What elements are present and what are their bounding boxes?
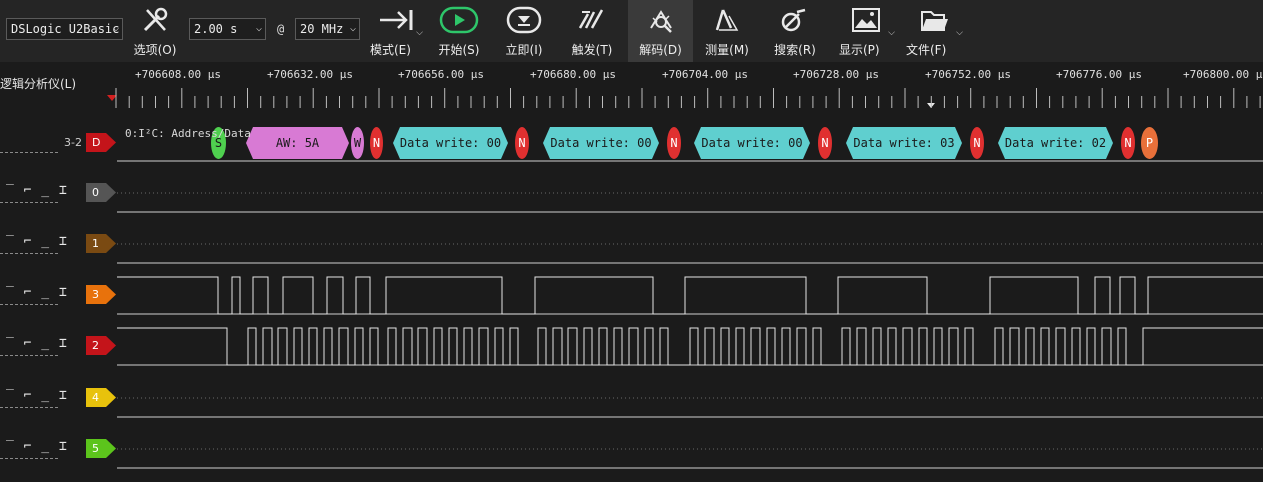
decoder-tag[interactable] xyxy=(86,133,116,152)
channel-tag[interactable] xyxy=(86,439,116,458)
channel-row[interactable]: ‾ ⌐ _ ⌶ 1 xyxy=(0,226,1263,277)
channel-number: 3 xyxy=(92,288,99,301)
channel-number: 1 xyxy=(92,237,99,250)
channel-row[interactable]: ‾ ⌐ _ ⌶ 0 xyxy=(0,175,1263,226)
channel-tag[interactable] xyxy=(86,234,116,253)
trigger-selector[interactable]: ‾ ⌐ _ ⌶ xyxy=(6,388,68,403)
channel-tag[interactable] xyxy=(86,336,116,355)
channel-number: 5 xyxy=(92,442,99,455)
channel-row[interactable]: ‾ ⌐ _ ⌶ 4 xyxy=(0,380,1263,431)
row-divider xyxy=(0,202,58,203)
channel-number: 4 xyxy=(92,391,99,404)
channel-tag[interactable] xyxy=(86,285,116,304)
channel-tag[interactable] xyxy=(86,183,116,202)
trigger-selector[interactable]: ‾ ⌐ _ ⌶ xyxy=(6,183,68,198)
decoder-channel-label: 3-2 xyxy=(64,136,82,149)
row-divider xyxy=(0,304,58,305)
decoder-tag-letter: D xyxy=(92,136,101,149)
row-divider xyxy=(0,355,58,356)
trigger-selector[interactable]: ‾ ⌐ _ ⌶ xyxy=(6,234,68,249)
row-divider xyxy=(0,458,58,459)
channel-row[interactable]: ‾ ⌐ _ ⌶ 2 xyxy=(0,328,1263,379)
row-divider xyxy=(0,407,58,408)
row-divider xyxy=(0,253,58,254)
trigger-selector[interactable]: ‾ ⌐ _ ⌶ xyxy=(6,336,68,351)
channel-tag[interactable] xyxy=(86,388,116,407)
channel-number: 2 xyxy=(92,339,99,352)
row-divider xyxy=(0,152,58,153)
channel-row[interactable]: ‾ ⌐ _ ⌶ 5 xyxy=(0,431,1263,482)
trigger-selector[interactable]: ‾ ⌐ _ ⌶ xyxy=(6,285,68,300)
decoder-name: 0:I²C: Address/Data xyxy=(125,127,251,140)
channel-row[interactable]: ‾ ⌐ _ ⌶ 3 xyxy=(0,277,1263,328)
channel-number: 0 xyxy=(92,186,99,199)
trigger-selector[interactable]: ‾ ⌐ _ ⌶ xyxy=(6,439,68,454)
